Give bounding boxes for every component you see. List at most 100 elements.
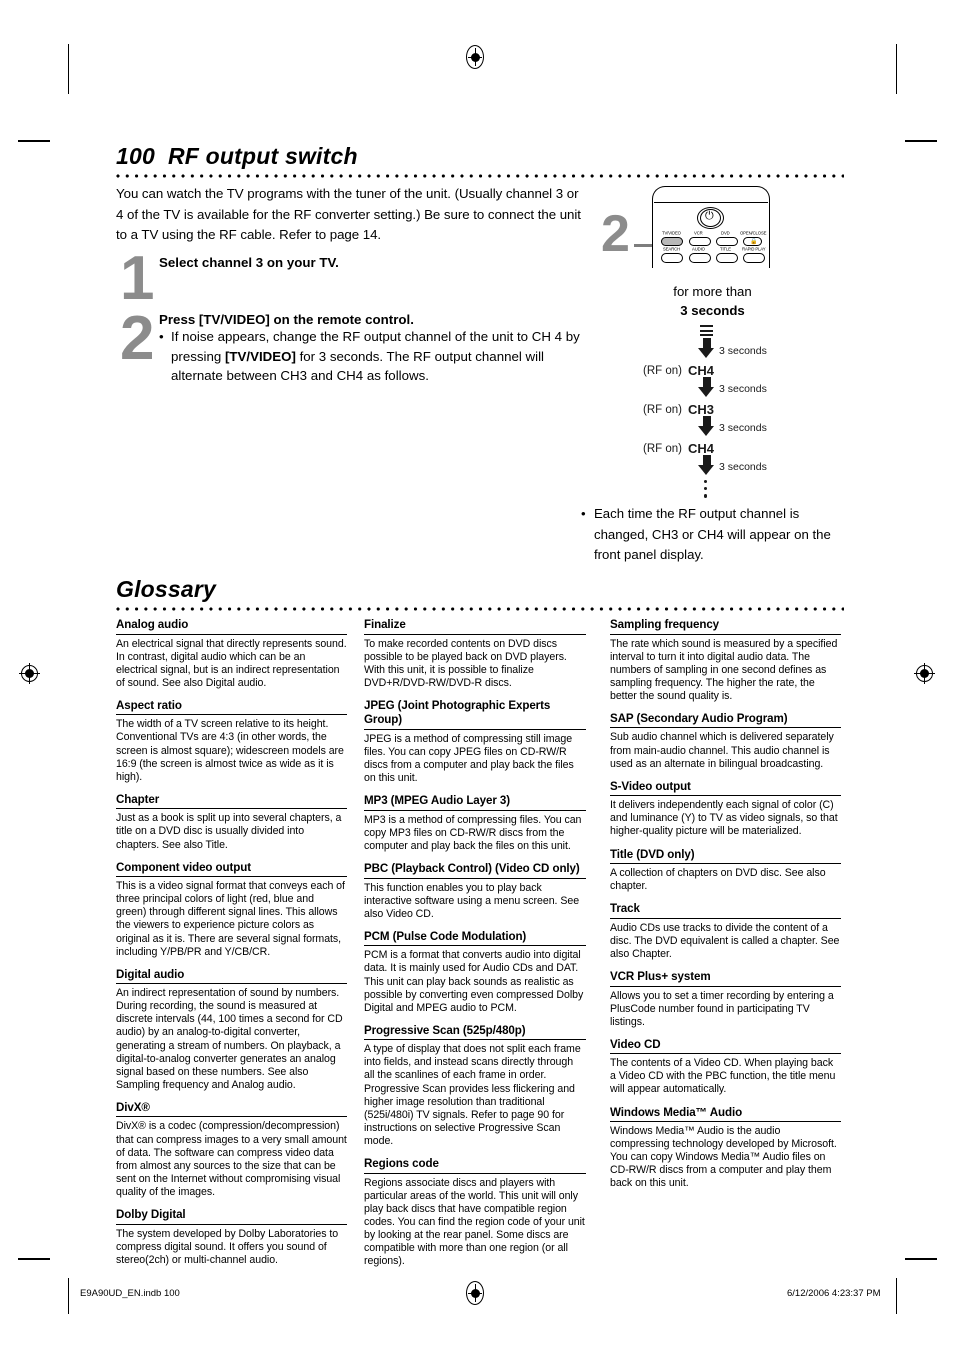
- glossary-term: Component video output: [116, 861, 347, 878]
- remote-control-illustration: ⏻ TV/VIDEO VCR DVD OPEN/CLOSE 🔒 SEARCH A…: [652, 186, 770, 268]
- hold-duration-note: for more than 3 seconds: [615, 282, 810, 320]
- footer-file-name: E9A90UD_EN.indb 100: [80, 1288, 180, 1299]
- flow-rf-on-3: (RF on): [643, 443, 682, 455]
- registration-mark-right: [914, 663, 935, 684]
- registration-mark-bottom: [466, 1281, 484, 1305]
- glossary-definition: Just as a book is split up into several …: [116, 812, 342, 851]
- step-2-number: 2: [120, 304, 155, 373]
- remote-button-vcr[interactable]: [689, 237, 711, 246]
- glossary-definition: Windows Media™ Audio is the audio compre…: [610, 1125, 837, 1190]
- footer-timestamp: 6/12/2006 4:23:37 PM: [787, 1288, 881, 1299]
- flow-channel-2: CH3: [688, 402, 715, 417]
- step-2-bullet: • If noise appears, change the RF output …: [159, 327, 587, 386]
- glossary-term: SAP (Secondary Audio Program): [610, 712, 841, 729]
- remote-button-tv-video[interactable]: [661, 237, 683, 246]
- crop-mark-bottom-left-horizontal: [18, 1258, 50, 1260]
- glossary-definition: A type of display that does not split ea…: [364, 1043, 581, 1147]
- footer-rule-right: [896, 1281, 898, 1311]
- flow-continuation-dots: [704, 480, 708, 502]
- glossary-term: Video CD: [610, 1038, 841, 1055]
- crop-mark-top-right-vertical: [896, 44, 898, 94]
- glossary-definition: MP3 is a method of compressing files. Yo…: [364, 813, 582, 852]
- glossary-term: Progressive Scan (525p/480p): [364, 1024, 586, 1041]
- glossary-definition: PCM is a format that converts audio into…: [364, 949, 584, 1014]
- glossary-term: Digital audio: [116, 968, 347, 985]
- glossary-definition: It delivers independently each signal of…: [610, 799, 838, 838]
- remote-button-title[interactable]: [716, 253, 738, 263]
- remote-label-vcr: VCR: [694, 231, 703, 236]
- glossary-term: PCM (Pulse Code Modulation): [364, 930, 586, 947]
- remote-label-audio: AUDIO: [692, 247, 705, 252]
- glossary-definition: This is a video signal format that conve…: [116, 880, 345, 958]
- glossary-definition: To make recorded contents on DVD discs p…: [364, 637, 567, 689]
- glossary-term: Title (DVD only): [610, 848, 841, 865]
- glossary-term: Track: [610, 902, 841, 919]
- flow-seconds-3: 3 seconds: [719, 422, 767, 434]
- flow-channel-3: CH4: [688, 441, 715, 456]
- glossary-definition: The contents of a Video CD. When playing…: [610, 1057, 836, 1096]
- glossary-term: Finalize: [364, 618, 586, 635]
- glossary-term: PBC (Playback Control) (Video CD only): [364, 862, 586, 879]
- step-2-bullet-bold: [TV/VIDEO]: [224, 348, 296, 364]
- registration-mark-top: [466, 45, 484, 69]
- remote-label-dvd: DVD: [721, 231, 730, 236]
- glossary-definition: A collection of chapters on DVD disc. Se…: [610, 867, 826, 893]
- flow-rf-on-2: (RF on): [643, 404, 682, 416]
- remote-button-rapid-play[interactable]: [743, 253, 765, 263]
- glossary-divider-dots: [116, 607, 844, 611]
- remote-label-open-close: OPEN/CLOSE: [740, 231, 767, 236]
- illustration-callout-number: 2: [601, 205, 630, 263]
- page-title-text: RF output switch: [167, 143, 358, 169]
- hold-duration-line1: for more than: [673, 284, 752, 299]
- page-number-label: 100: [116, 143, 155, 169]
- glossary-term: Analog audio: [116, 618, 347, 635]
- flow-seconds-4: 3 seconds: [719, 461, 767, 473]
- glossary-term: JPEG (Joint Photographic Experts Group): [364, 699, 586, 730]
- remote-label-rapid-play: RAPID PLAY: [742, 247, 766, 252]
- intro-paragraph: You can watch the TV programs with the t…: [116, 186, 581, 242]
- glossary-definition: This function enables you to play back i…: [364, 881, 580, 920]
- page-title: 100 RF output switch: [116, 143, 358, 170]
- bullet-glyph: •: [159, 329, 164, 344]
- crop-mark-top-left-vertical: [68, 44, 70, 94]
- glossary-term: VCR Plus+ system: [610, 970, 841, 987]
- flow-seconds-2: 3 seconds: [719, 383, 767, 395]
- glossary-definition: The system developed by Dolby Laboratori…: [116, 1227, 339, 1266]
- registration-mark-left: [19, 663, 40, 684]
- power-icon: ⏻: [705, 210, 714, 222]
- glossary-term: DivX®: [116, 1101, 347, 1118]
- glossary-definition: The width of a TV screen relative to its…: [116, 718, 344, 783]
- glossary-term: Aspect ratio: [116, 699, 347, 716]
- glossary-term: Sampling frequency: [610, 618, 841, 635]
- flow-channel-1: CH4: [688, 363, 715, 378]
- glossary-term: MP3 (MPEG Audio Layer 3): [364, 794, 586, 811]
- glossary-term: Windows Media™ Audio: [610, 1106, 841, 1123]
- glossary-definition: Audio CDs use tracks to divide the conte…: [610, 921, 840, 960]
- crop-mark-top-right-horizontal: [905, 140, 937, 142]
- glossary-column-1: Analog audio An electrical signal that di…: [116, 618, 347, 1267]
- glossary-definition: DivX® is a codec (compression/decompress…: [116, 1120, 347, 1198]
- step-1-heading: Select channel 3 on your TV.: [159, 255, 339, 270]
- glossary-definition: Sub audio channel which is delivered sep…: [610, 731, 834, 770]
- glossary-definition: Regions associate discs and players with…: [364, 1176, 585, 1268]
- remote-label-search: SEARCH: [663, 247, 680, 252]
- remote-label-tv-video: TV/VIDEO: [662, 231, 681, 236]
- flow-top-dashes: [700, 325, 713, 339]
- channel-flow-diagram: 3 seconds (RF on) CH4 3 seconds (RF on) …: [600, 325, 840, 498]
- front-panel-note-bullet: •: [581, 506, 586, 521]
- glossary-term: S-Video output: [610, 780, 841, 797]
- glossary-title: Glossary: [116, 576, 217, 602]
- remote-button-dvd[interactable]: [716, 237, 738, 246]
- front-panel-note-text: Each time the RF output channel is chang…: [594, 506, 831, 562]
- glossary-term: Regions code: [364, 1157, 586, 1174]
- remote-button-audio[interactable]: [689, 253, 711, 263]
- glossary-definition: The rate which sound is measured by a sp…: [610, 637, 838, 702]
- glossary-definition: Allows you to set a timer recording by e…: [610, 989, 834, 1028]
- glossary-term: Chapter: [116, 793, 347, 810]
- step-1-number: 1: [120, 244, 155, 313]
- glossary-definition: JPEG is a method of compressing still im…: [364, 732, 574, 785]
- title-divider-dots: [116, 174, 844, 178]
- remote-top-divider: [654, 202, 768, 204]
- crop-mark-bottom-right-horizontal: [905, 1258, 937, 1260]
- remote-button-search[interactable]: [661, 253, 683, 263]
